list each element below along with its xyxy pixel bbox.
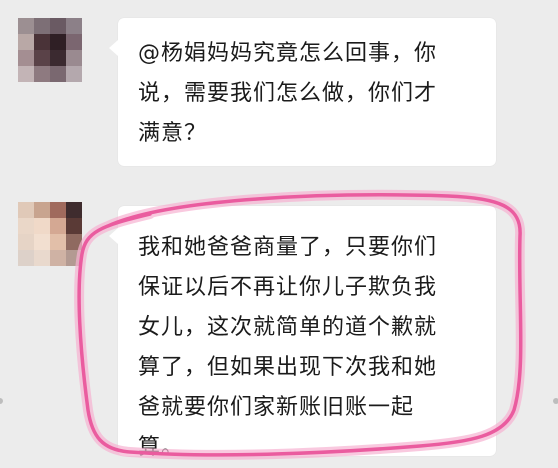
chat-message: @杨娟妈妈究竟怎么回事，你 说，需要我们怎么做，你们才 满意？ [0, 0, 558, 190]
edge-marker [553, 398, 558, 404]
chat-conversation: @杨娟妈妈究竟怎么回事，你 说，需要我们怎么做，你们才 满意？ 我和她爸爸商量了… [0, 0, 558, 468]
message-bubble[interactable]: @杨娟妈妈究竟怎么回事，你 说，需要我们怎么做，你们才 满意？ [109, 18, 496, 166]
chat-message: 我和她爸爸商量了，只要你们 保证以后不再让你儿子欺负我 女儿，这次就简单的道个歉… [0, 190, 558, 468]
avatar[interactable] [18, 18, 82, 82]
avatar[interactable] [18, 202, 82, 266]
message-bubble[interactable]: 我和她爸爸商量了，只要你们 保证以后不再让你儿子欺负我 女儿，这次就简单的道个歉… [109, 206, 496, 460]
